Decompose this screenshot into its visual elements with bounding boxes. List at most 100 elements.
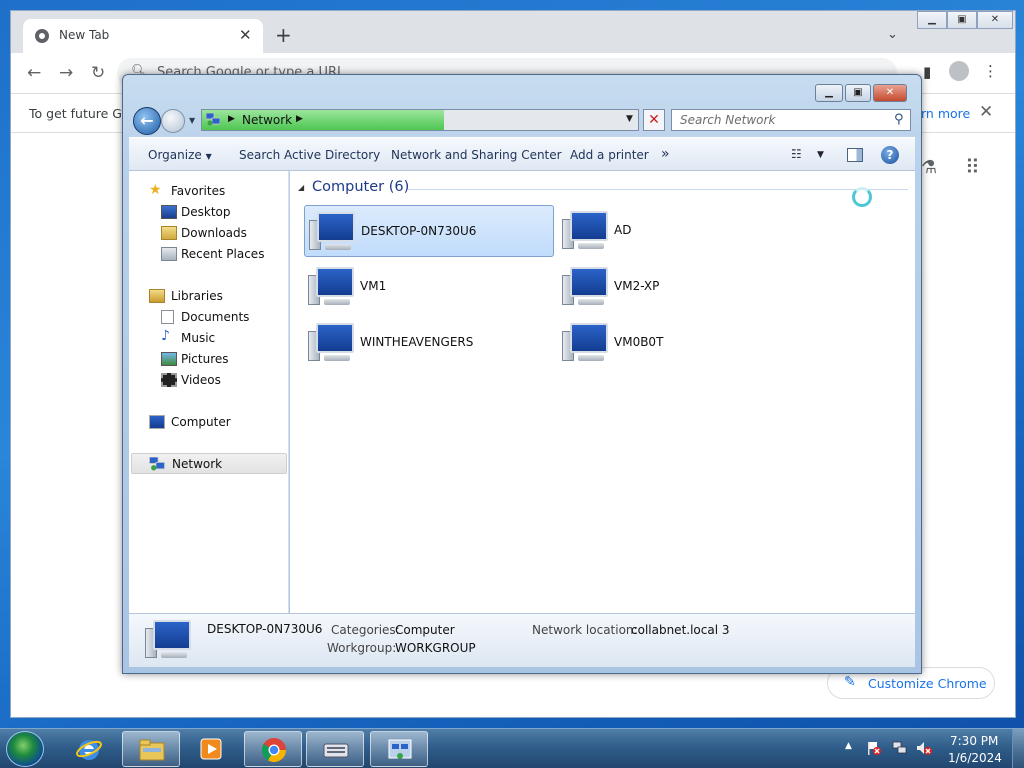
forward-icon[interactable]: → [59, 63, 73, 83]
action-center-flag-icon[interactable] [866, 740, 882, 756]
stop-loading-button[interactable]: ✕ [643, 109, 665, 131]
group-label: Computer (6) [312, 179, 410, 195]
nav-item-pictures[interactable]: Pictures [129, 349, 289, 369]
computer-tile[interactable]: VM0B0T [558, 317, 808, 369]
tab-close-icon[interactable]: ✕ [239, 26, 252, 44]
explorer-back-button[interactable]: ← [133, 107, 161, 135]
minimize-button[interactable]: ▁ [917, 11, 947, 29]
network-status-icon[interactable] [892, 740, 908, 756]
breadcrumb-arrow-icon[interactable]: ▶ [228, 114, 235, 124]
tab-search-icon[interactable]: ⌄ [887, 27, 898, 42]
content-pane: ◢ Computer (6) DESKTOP-0N730U6 AD VM1 VM… [290, 171, 915, 613]
clock-date[interactable]: 1/6/2024 [948, 751, 1002, 765]
search-active-directory-button[interactable]: Search Active Directory [239, 148, 380, 162]
profile-avatar[interactable] [949, 61, 969, 81]
taskbar-windows-explorer[interactable] [122, 731, 180, 767]
explorer-minimize-button[interactable]: ▁ [815, 84, 843, 102]
nav-label: Pictures [181, 352, 229, 366]
labs-flask-icon[interactable]: ⚗ [921, 157, 937, 178]
pictures-icon [161, 352, 177, 366]
nav-label: Libraries [171, 289, 223, 303]
preview-pane-icon[interactable] [847, 148, 863, 162]
explorer-window-controls: ▁ ▣ ✕ [815, 84, 915, 102]
taskbar-on-screen-keyboard[interactable] [306, 731, 364, 767]
side-panel-icon[interactable]: ▮ [923, 63, 931, 81]
computer-icon [309, 210, 357, 254]
nav-item-computer[interactable]: Computer [129, 412, 289, 432]
tab-new-tab[interactable]: New Tab ✕ [23, 19, 263, 53]
nav-item-downloads[interactable]: Downloads [129, 223, 289, 243]
menu-icon[interactable]: ⋮ [983, 62, 998, 80]
infobar-learn-more-link[interactable]: rn more [921, 106, 970, 121]
taskbar-media-player[interactable] [182, 731, 240, 767]
tab-title: New Tab [59, 28, 110, 42]
nav-item-videos[interactable]: Videos [129, 370, 289, 390]
computer-name: VM0B0T [614, 335, 664, 349]
back-icon[interactable]: ← [27, 63, 41, 83]
breadcrumb-network[interactable]: Network [242, 113, 292, 127]
volume-muted-icon[interactable] [916, 740, 932, 756]
apps-grid-icon[interactable]: ⠿ [965, 155, 980, 179]
show-hidden-icons-icon[interactable]: ▲ [845, 741, 852, 751]
infobar-close-icon[interactable]: ✕ [979, 102, 993, 122]
start-button[interactable] [6, 731, 44, 767]
help-icon[interactable]: ? [881, 146, 899, 164]
computer-icon [145, 618, 193, 662]
new-tab-button[interactable]: + [275, 25, 292, 45]
computer-tile[interactable]: VM1 [304, 261, 554, 313]
show-desktop-button[interactable] [1012, 729, 1024, 768]
reload-icon[interactable]: ↻ [91, 63, 105, 83]
computer-tile[interactable]: VM2-XP [558, 261, 808, 313]
details-computer-name: DESKTOP-0N730U6 [207, 622, 323, 636]
busy-spinner-icon [852, 187, 872, 207]
explorer-close-button[interactable]: ✕ [873, 84, 907, 102]
taskbar-network-app[interactable] [370, 731, 428, 767]
search-placeholder: Search Network [680, 113, 776, 127]
infobar-message: To get future Go [29, 106, 130, 121]
organize-label: Organize [148, 148, 202, 162]
recent-pages-chevron-icon[interactable]: ▼ [189, 116, 195, 125]
close-button[interactable]: ✕ [977, 11, 1013, 29]
details-location-label: Network location: [532, 623, 638, 637]
collapse-triangle-icon[interactable]: ◢ [298, 183, 304, 192]
computer-tile[interactable]: DESKTOP-0N730U6 [304, 205, 554, 257]
breadcrumb-arrow-icon[interactable]: ▶ [296, 114, 303, 124]
explorer-maximize-button[interactable]: ▣ [845, 84, 871, 102]
network-window-icon [388, 739, 412, 759]
documents-icon [161, 310, 174, 324]
navigation-pane: ★ Favorites Desktop Downloads Recent Pla… [129, 171, 289, 613]
nav-item-favorites[interactable]: ★ Favorites [129, 181, 289, 201]
address-bar[interactable]: ▶ Network ▶ ▼ [201, 109, 639, 131]
computer-tile[interactable]: WINTHEAVENGERS [304, 317, 554, 369]
search-icon[interactable]: ⚲ [894, 112, 904, 127]
taskbar-chrome[interactable] [244, 731, 302, 767]
nav-item-documents[interactable]: Documents [129, 307, 289, 327]
group-header-computer[interactable]: ◢ Computer (6) [290, 177, 915, 201]
maximize-button[interactable]: ▣ [947, 11, 977, 29]
nav-label: Documents [181, 310, 250, 324]
details-workgroup-value: WORKGROUP [395, 641, 476, 655]
add-printer-button[interactable]: Add a printer [570, 148, 649, 162]
computer-tile[interactable]: AD [558, 205, 808, 257]
nav-item-desktop[interactable]: Desktop [129, 202, 289, 222]
change-view-icon[interactable]: ☷ [791, 147, 802, 161]
taskbar-internet-explorer[interactable] [60, 731, 118, 767]
nav-item-recent-places[interactable]: Recent Places [129, 244, 289, 264]
nav-item-network[interactable]: Network [131, 453, 287, 474]
nav-item-music[interactable]: ♪ Music [129, 328, 289, 348]
nav-item-libraries[interactable]: Libraries [129, 286, 289, 306]
more-commands-icon[interactable]: » [661, 146, 670, 162]
network-icon [149, 457, 165, 471]
computer-name: VM1 [360, 279, 387, 293]
address-dropdown-icon[interactable]: ▼ [626, 114, 633, 124]
search-network-input[interactable]: Search Network ⚲ [671, 109, 911, 131]
computer-name: VM2-XP [614, 279, 660, 293]
network-sharing-center-button[interactable]: Network and Sharing Center [391, 148, 562, 162]
explorer-forward-button[interactable] [161, 109, 185, 133]
view-dropdown-icon[interactable]: ▼ [817, 150, 824, 160]
organize-button[interactable]: Organize ▼ [148, 148, 212, 162]
computer-icon [149, 415, 165, 429]
clock-time[interactable]: 7:30 PM [950, 734, 998, 748]
nav-label: Downloads [181, 226, 247, 240]
group-divider [408, 189, 908, 190]
